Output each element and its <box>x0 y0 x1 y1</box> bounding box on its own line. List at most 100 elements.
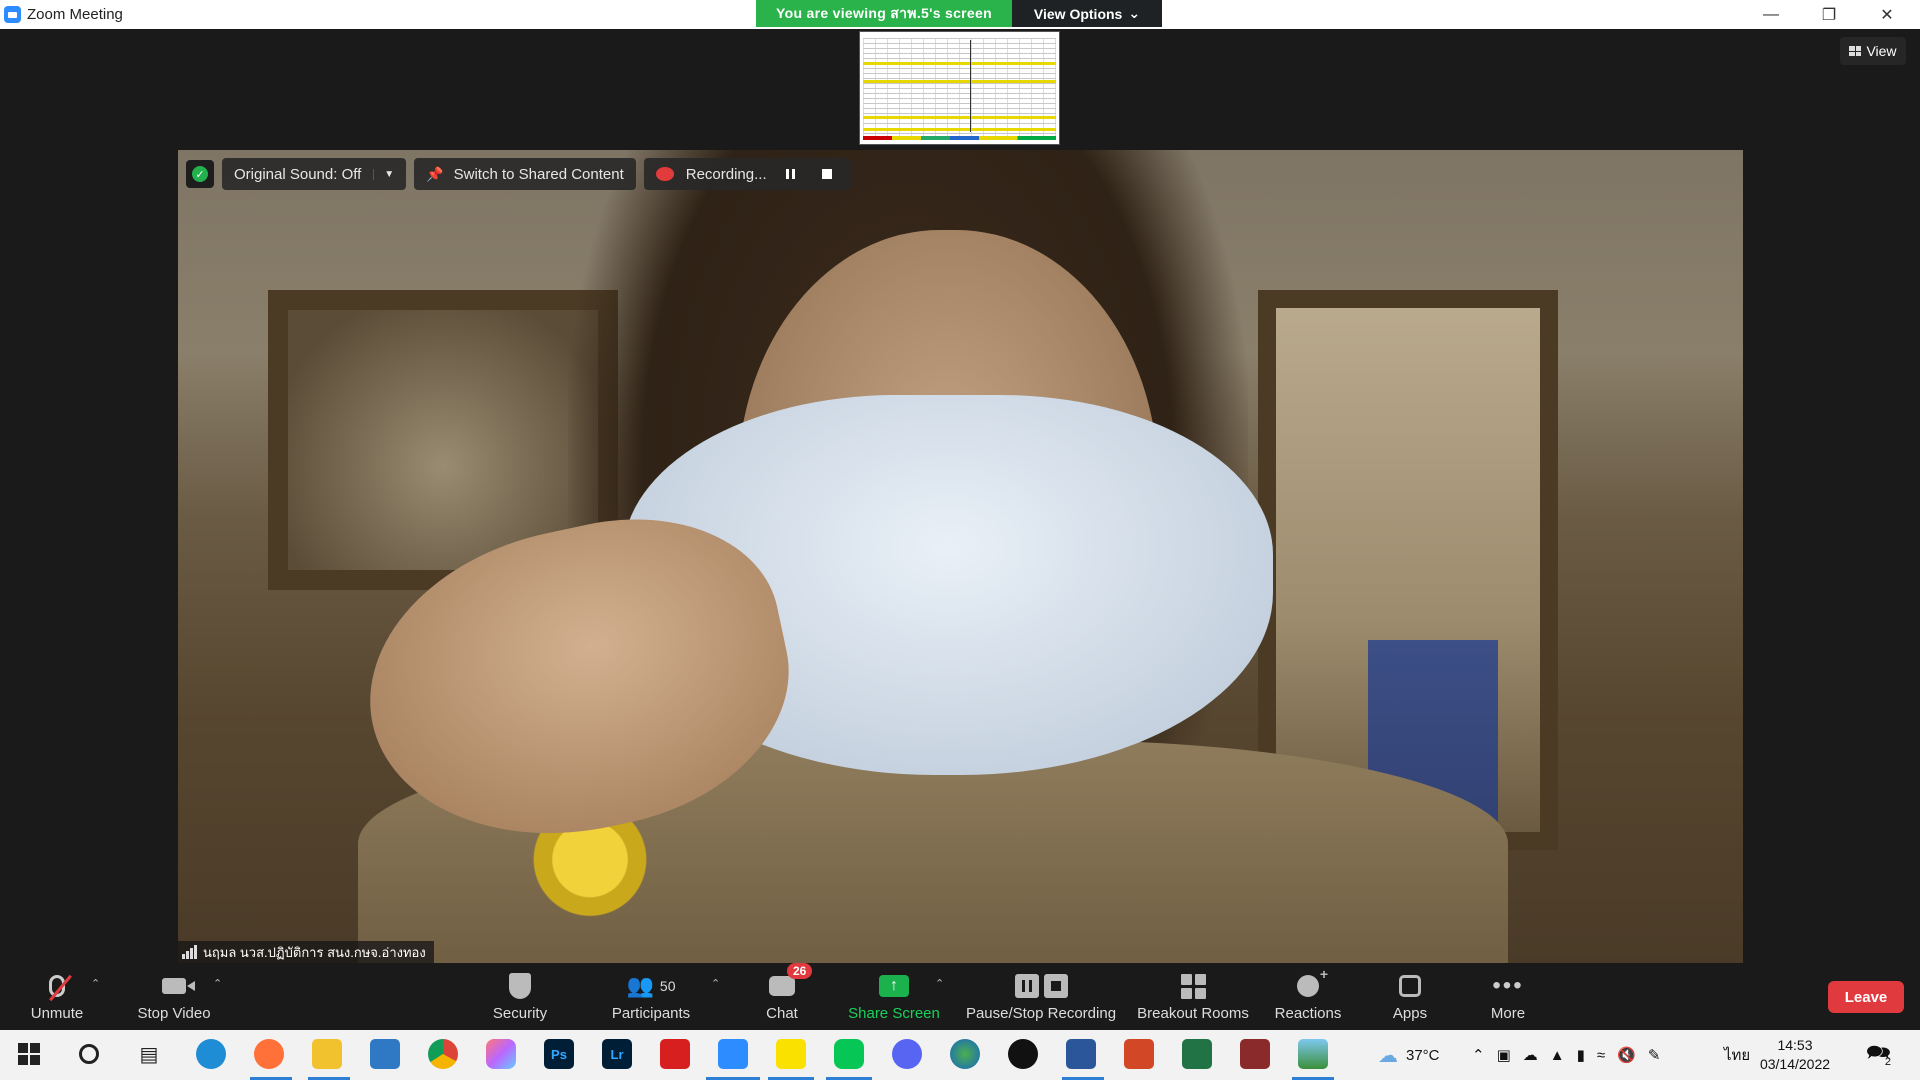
photos-taskbar-icon[interactable] <box>1298 1039 1328 1069</box>
stop-icon <box>821 169 832 179</box>
task-view-button[interactable]: ▤ <box>134 1039 164 1069</box>
security-button[interactable]: Security <box>482 963 558 1030</box>
more-button[interactable]: ••• More <box>1478 963 1538 1030</box>
spreadsheet-preview <box>863 38 1056 138</box>
participant-name: นฤมล นวส.ปฏิบัติการ สนง.กษจ.อ่างทอง <box>203 944 426 960</box>
windows-taskbar: ▤ Ps Lr ☁ 37°C ⌃ ▣ ☁ ▲ ▮ ≈ 🔇 ✎ ไทย 14:53… <box>0 1030 1920 1080</box>
globe-taskbar-icon[interactable] <box>950 1039 980 1069</box>
switch-to-shared-content-button[interactable]: 📌 Switch to Shared Content <box>414 158 636 190</box>
chat-bubble-icon <box>769 976 795 996</box>
share-options-caret-icon[interactable]: ⌃ <box>935 977 944 990</box>
chat-button[interactable]: 26 Chat <box>752 963 813 1030</box>
chevron-down-icon: ⌄ <box>1128 5 1141 21</box>
pause-recording-button[interactable] <box>779 162 803 186</box>
chat-label: Chat <box>766 1005 798 1022</box>
powerpoint-taskbar-icon[interactable] <box>1124 1039 1154 1069</box>
firefox-taskbar-icon[interactable] <box>254 1039 284 1069</box>
volume-muted-icon[interactable]: 🔇 <box>1617 1046 1636 1064</box>
share-screen-button[interactable]: ↑ Share Screen <box>842 963 946 1030</box>
word-taskbar-icon[interactable] <box>1066 1039 1096 1069</box>
breakout-rooms-button[interactable]: Breakout Rooms <box>1134 963 1252 1030</box>
notification-center-button[interactable]: 🗪 2 <box>1866 1030 1891 1080</box>
game-taskbar-icon[interactable] <box>1240 1039 1270 1069</box>
stop-recording-button[interactable] <box>815 162 839 186</box>
photo-app-taskbar-icon[interactable] <box>486 1039 516 1069</box>
apps-label: Apps <box>1392 1005 1428 1022</box>
video-options-caret-icon[interactable]: ⌃ <box>213 977 222 990</box>
search-button[interactable] <box>74 1039 104 1069</box>
highlight-row <box>863 128 1056 131</box>
edge-taskbar-icon[interactable] <box>196 1039 226 1069</box>
line-taskbar-icon[interactable] <box>834 1039 864 1069</box>
clock[interactable]: 14:53 03/14/2022 <box>1756 1036 1834 1074</box>
leave-button[interactable]: Leave <box>1828 981 1904 1013</box>
audio-options-caret-icon[interactable]: ⌃ <box>91 977 100 990</box>
grid-view-icon <box>1849 46 1862 56</box>
participants-count: 50 <box>659 978 676 994</box>
participants-icon: 👥 <box>626 973 654 998</box>
chat-unread-badge: 26 <box>787 963 813 979</box>
start-button[interactable] <box>14 1039 44 1069</box>
view-options-button[interactable]: View Options ⌄ <box>1012 0 1162 27</box>
kakao-player-taskbar-icon[interactable] <box>776 1039 806 1069</box>
file-explorer-taskbar-icon[interactable] <box>312 1039 342 1069</box>
weather-widget[interactable]: ☁ 37°C <box>1378 1030 1440 1080</box>
language-indicator[interactable]: ไทย <box>1724 1030 1750 1080</box>
microphone-tray-icon[interactable]: ▲ <box>1550 1047 1565 1064</box>
reactions-label: Reactions <box>1274 1005 1342 1022</box>
acrobat-taskbar-icon[interactable] <box>660 1039 690 1069</box>
media-player-taskbar-icon[interactable] <box>1008 1039 1038 1069</box>
switch-label: Switch to Shared Content <box>453 165 624 183</box>
lightroom-taskbar-icon[interactable]: Lr <box>602 1039 632 1069</box>
participant-video: ✓ Original Sound: Off ▼ 📌 Switch to Shar… <box>178 150 1743 963</box>
camera-tray-icon[interactable]: ▣ <box>1497 1046 1511 1064</box>
zoom-taskbar-icon[interactable] <box>718 1039 748 1069</box>
original-sound-button[interactable]: Original Sound: Off ▼ <box>222 158 407 190</box>
unmute-button[interactable]: Unmute <box>18 963 96 1030</box>
ellipsis-icon: ••• <box>1492 972 1524 999</box>
shield-icon <box>509 973 531 999</box>
pause-stop-recording-button[interactable]: Pause/Stop Recording <box>962 963 1120 1030</box>
excel-taskbar-icon[interactable] <box>1182 1039 1212 1069</box>
system-tray: ⌃ ▣ ☁ ▲ ▮ ≈ 🔇 ✎ <box>1472 1030 1660 1080</box>
battery-icon[interactable]: ▮ <box>1577 1046 1585 1064</box>
mail-taskbar-icon[interactable] <box>370 1039 400 1069</box>
sync-tray-icon[interactable]: ☁ <box>1523 1046 1538 1064</box>
view-button[interactable]: View <box>1840 37 1906 65</box>
sheet-tabs-bar <box>863 136 1056 140</box>
cloud-icon: ☁ <box>1378 1044 1398 1067</box>
security-label: Security <box>492 1005 548 1022</box>
notification-count: 2 <box>1884 1056 1892 1068</box>
reactions-button[interactable]: Reactions <box>1266 963 1350 1030</box>
apps-button[interactable]: Apps <box>1380 963 1440 1030</box>
view-button-label: View <box>1866 43 1897 59</box>
restore-button[interactable]: ❐ <box>1800 0 1858 29</box>
stop-video-button[interactable]: Stop Video <box>128 963 220 1030</box>
pen-icon[interactable]: ✎ <box>1648 1046 1661 1064</box>
stop-video-label: Stop Video <box>137 1005 211 1022</box>
participants-label: Participants <box>611 1005 691 1022</box>
encryption-button[interactable]: ✓ <box>186 160 214 188</box>
video-toolbar: ✓ Original Sound: Off ▼ 📌 Switch to Shar… <box>186 158 851 190</box>
participants-options-caret-icon[interactable]: ⌃ <box>711 977 720 990</box>
share-screen-label: Share Screen <box>848 1005 940 1022</box>
minimize-icon: — <box>1763 5 1779 23</box>
wifi-icon[interactable]: ≈ <box>1597 1047 1605 1064</box>
caret-down-icon[interactable]: ▼ <box>373 168 394 180</box>
show-hidden-icons-icon[interactable]: ⌃ <box>1472 1046 1485 1064</box>
meeting-controls-bar: Unmute ⌃ Stop Video ⌃ Security 👥 50 Part… <box>0 963 1920 1030</box>
window-title: Zoom Meeting <box>27 6 123 23</box>
participants-button[interactable]: 👥 50 Participants <box>601 963 701 1030</box>
photoshop-taskbar-icon[interactable]: Ps <box>544 1039 574 1069</box>
video-camera-icon <box>162 978 195 994</box>
clock-date: 03/14/2022 <box>1759 1056 1831 1072</box>
minimize-button[interactable]: — <box>1742 0 1800 29</box>
shared-screen-thumbnail[interactable] <box>859 31 1060 145</box>
close-icon: ✕ <box>1880 6 1894 24</box>
discord-taskbar-icon[interactable] <box>892 1039 922 1069</box>
chrome-taskbar-icon[interactable] <box>428 1039 458 1069</box>
column-divider <box>970 40 971 132</box>
zoom-logo-icon <box>4 6 21 23</box>
close-button[interactable]: ✕ <box>1858 0 1916 29</box>
temperature-label: 37°C <box>1406 1046 1440 1064</box>
